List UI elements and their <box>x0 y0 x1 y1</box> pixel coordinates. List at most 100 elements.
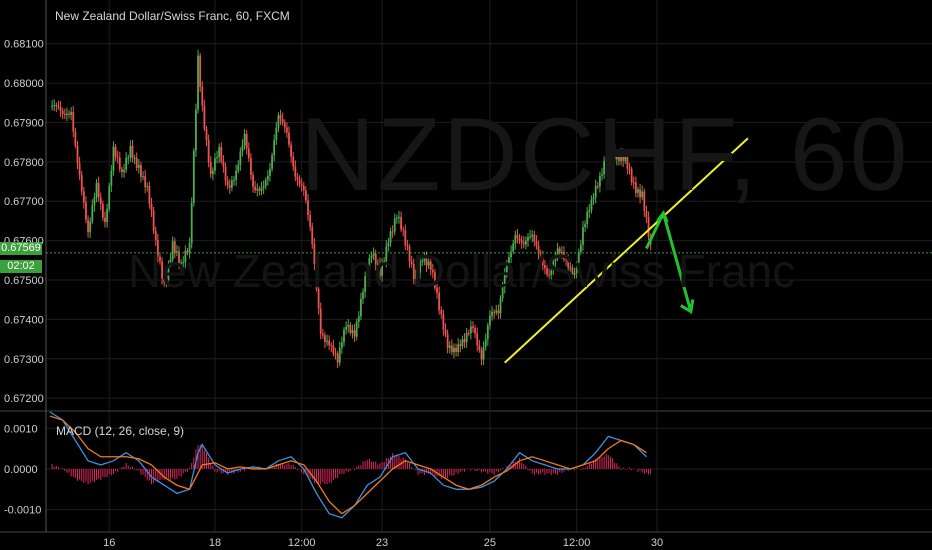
candle-body <box>336 353 339 363</box>
candle-body <box>647 217 650 237</box>
candle-body <box>279 115 282 119</box>
candle-body <box>228 185 231 188</box>
candle-body <box>582 227 584 245</box>
candle-body <box>264 179 267 187</box>
y-tick-label: 0.68100 <box>4 39 44 51</box>
candle-body <box>319 308 322 334</box>
candle-body <box>340 342 343 348</box>
candle-body <box>497 310 500 314</box>
candle-body <box>486 325 489 340</box>
candle-body <box>269 168 271 176</box>
candle-body <box>211 170 214 175</box>
candle-body <box>235 170 238 181</box>
candle-body <box>140 165 142 177</box>
candle-body <box>72 112 75 132</box>
candle-body <box>467 333 470 335</box>
candle-body <box>239 151 242 165</box>
candle-body <box>258 188 261 191</box>
x-tick-label: 12:00 <box>288 537 316 549</box>
candle-body <box>398 216 400 218</box>
y-tick-label: 0.67400 <box>4 314 44 326</box>
x-tick-label: 23 <box>376 537 388 549</box>
candle-body <box>472 326 474 329</box>
candle-body <box>125 157 128 170</box>
x-tick-label: 16 <box>103 537 115 549</box>
y-tick-label: 0.67300 <box>4 354 44 366</box>
candle-body <box>482 347 485 360</box>
candle-body <box>89 221 92 233</box>
candle-body <box>389 231 392 243</box>
candle-body <box>142 176 144 178</box>
x-tick-label: 30 <box>651 537 663 549</box>
candle-body <box>207 140 210 163</box>
candle-body <box>250 158 252 175</box>
candle-body <box>150 204 153 211</box>
candle-body <box>148 186 151 205</box>
candle-body <box>190 202 193 244</box>
macd-y-tick-label: -0.0010 <box>4 505 41 517</box>
candle-body <box>393 218 396 232</box>
candle-body <box>233 180 235 182</box>
candle-body <box>85 202 87 220</box>
candle-body <box>311 226 314 245</box>
candle-body <box>112 146 115 172</box>
candle-body <box>531 234 534 237</box>
candle-body <box>201 86 204 106</box>
x-tick-label: 12:00 <box>563 537 591 549</box>
candle-body <box>66 113 68 115</box>
candle-body <box>95 182 98 198</box>
candle-body <box>195 109 197 151</box>
candle-body <box>330 345 333 347</box>
candle-body <box>296 176 299 180</box>
candle-body <box>343 329 345 343</box>
candle-body <box>252 174 254 187</box>
candle-body <box>70 112 73 115</box>
candle-body <box>520 240 523 243</box>
candle-body <box>135 157 138 168</box>
candle-body <box>533 234 536 242</box>
candle-body <box>254 186 257 191</box>
candle-body <box>463 339 466 343</box>
candle-body <box>353 330 356 337</box>
candle-body <box>489 315 491 326</box>
candle-body <box>480 349 483 360</box>
candle-body <box>338 347 341 363</box>
candle-body <box>214 158 216 171</box>
candle-body <box>444 329 447 334</box>
candle-body <box>114 146 117 157</box>
candle-body <box>209 162 212 175</box>
candle-body <box>68 113 70 115</box>
candle-body <box>121 169 123 173</box>
candle-body <box>144 176 147 188</box>
candle-body <box>87 219 89 233</box>
candle-body <box>400 216 402 230</box>
chart-title: New Zealand Dollar/Swiss Franc, 60, FXCM <box>55 9 290 23</box>
name-watermark: New Zealand Dollar/Swiss Franc <box>128 245 796 297</box>
candle-body <box>106 208 109 222</box>
candle-body <box>220 147 223 162</box>
candle-body <box>245 133 248 149</box>
candle-body <box>277 115 280 128</box>
candle-body <box>273 140 276 156</box>
candle-body <box>133 157 136 159</box>
candle-body <box>262 186 265 188</box>
candle-body <box>357 316 360 322</box>
candle-body <box>152 210 155 232</box>
x-tick-label: 25 <box>484 537 496 549</box>
y-tick-label: 0.67800 <box>4 157 44 169</box>
candle-body <box>328 340 331 346</box>
candle-body <box>450 345 453 353</box>
candle-body <box>55 105 58 107</box>
candle-body <box>345 326 347 330</box>
candle-body <box>457 344 460 352</box>
candle-body <box>514 235 517 244</box>
candle-body <box>453 347 455 353</box>
candle-body <box>326 340 328 342</box>
candle-body <box>395 217 398 219</box>
candle-body <box>127 157 130 159</box>
candle-body <box>241 145 244 152</box>
candle-body <box>351 330 354 333</box>
candle-body <box>146 186 149 188</box>
candle-body <box>108 185 111 209</box>
candle-body <box>391 231 394 233</box>
